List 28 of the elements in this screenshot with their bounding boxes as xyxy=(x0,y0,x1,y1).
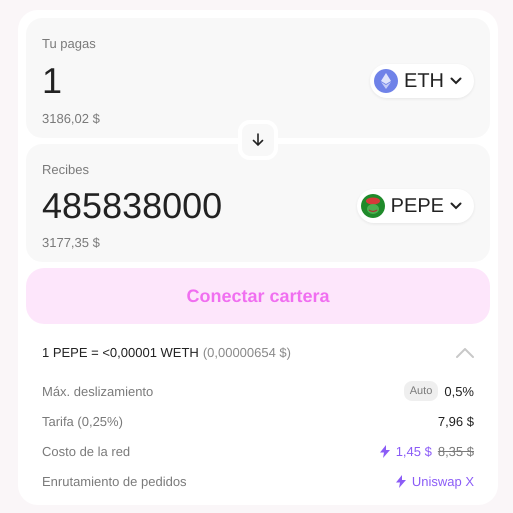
row-label: Enrutamiento de pedidos xyxy=(42,474,187,488)
lightning-icon xyxy=(396,474,406,488)
panel-label: Tu pagas xyxy=(42,36,97,51)
row-value: Uniswap X xyxy=(412,474,474,488)
row-label: Costo de la red xyxy=(42,444,130,458)
row-value: 0,5% xyxy=(444,384,474,398)
frog-icon xyxy=(360,194,385,218)
chevron-down-icon xyxy=(450,202,462,210)
rate-usd: (0,00000654 $) xyxy=(202,345,291,360)
chevron-down-icon xyxy=(450,77,462,85)
ethereum-icon xyxy=(374,69,398,93)
old-value: 8,35 $ xyxy=(438,444,474,458)
row-label: Máx. deslizamiento xyxy=(42,384,154,398)
token-select[interactable]: ETH xyxy=(370,64,474,98)
usd-value: 3186,02 $ xyxy=(42,111,101,126)
arrow-down-icon xyxy=(252,133,264,147)
token-select[interactable]: PEPE xyxy=(356,189,474,223)
exchange-rate: 1 PEPE = <0,00001 WETH xyxy=(42,345,199,360)
panel-label: Recibes xyxy=(42,162,90,177)
row-value: 7,96 $ xyxy=(438,414,474,428)
usd-value: 3177,35 $ xyxy=(42,235,101,250)
auto-tag: Auto xyxy=(404,381,438,401)
row-label: Tarifa (0,25%) xyxy=(42,414,123,428)
amount-field[interactable]: 1 xyxy=(42,60,62,102)
swap-direction-button[interactable] xyxy=(238,120,278,160)
amount-field[interactable]: 485838000 xyxy=(42,185,222,227)
lightning-icon xyxy=(380,444,390,458)
row-value: 1,45 $ xyxy=(396,444,432,458)
